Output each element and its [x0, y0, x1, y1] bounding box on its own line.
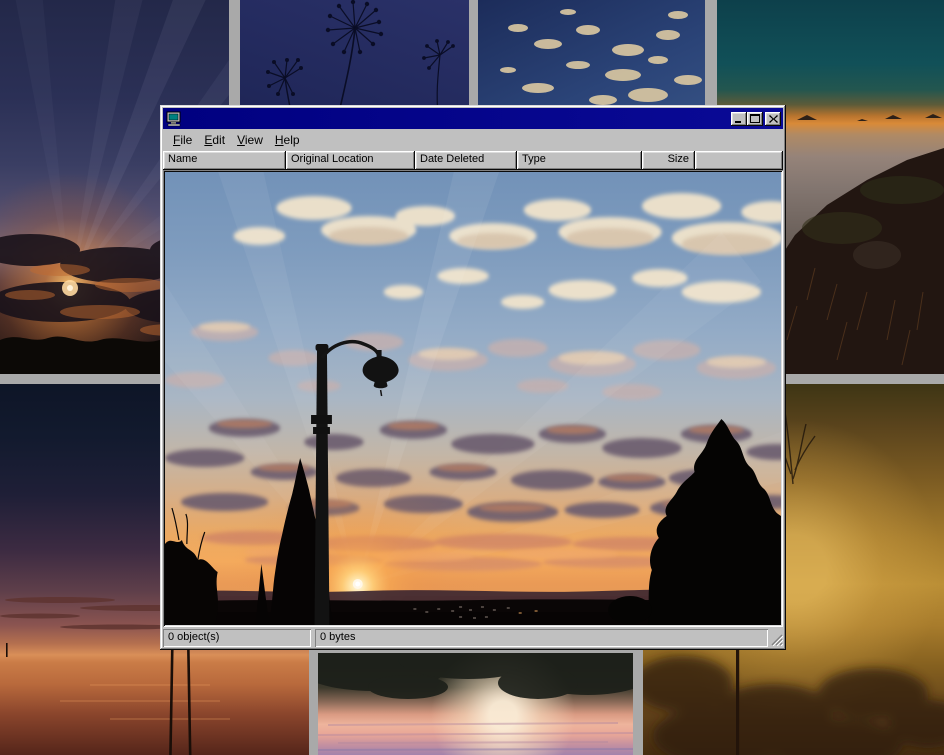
- caption-buttons: [731, 112, 781, 126]
- menu-help[interactable]: Help: [269, 131, 306, 149]
- window-titlebar[interactable]: [163, 108, 783, 129]
- minimize-button[interactable]: [731, 112, 747, 126]
- column-header-type[interactable]: Type: [517, 151, 642, 170]
- status-objects: 0 object(s): [163, 629, 311, 647]
- computer-icon: [166, 111, 182, 127]
- column-header-date-deleted[interactable]: Date Deleted: [415, 151, 517, 170]
- column-header-row: Name Original Location Date Deleted Type…: [163, 151, 783, 170]
- column-header-original-location[interactable]: Original Location: [286, 151, 415, 170]
- close-icon: [769, 115, 778, 123]
- maximize-icon: [750, 114, 760, 123]
- column-header-size[interactable]: Size: [642, 151, 695, 170]
- desktop[interactable]: File Edit View Help Name Original Locati…: [0, 0, 944, 755]
- close-button[interactable]: [765, 112, 781, 126]
- menu-view[interactable]: View: [231, 131, 269, 149]
- menu-bar: File Edit View Help: [163, 129, 783, 151]
- status-bar: 0 object(s) 0 bytes: [163, 629, 783, 647]
- recycle-bin-window: File Edit View Help Name Original Locati…: [160, 105, 786, 650]
- maximize-button[interactable]: [747, 112, 763, 126]
- menu-file[interactable]: File: [167, 131, 198, 149]
- minimize-icon: [734, 114, 744, 123]
- status-bytes: 0 bytes: [315, 629, 768, 647]
- sunset-photo: [165, 172, 781, 625]
- column-header-name[interactable]: Name: [163, 151, 286, 170]
- column-header-filler: [695, 151, 783, 170]
- reflection-art: [318, 653, 633, 755]
- menu-edit[interactable]: Edit: [198, 131, 231, 149]
- file-list-area[interactable]: [163, 170, 783, 627]
- wallpaper-photo-water-reflection: [318, 653, 633, 755]
- resize-grip[interactable]: [770, 633, 783, 646]
